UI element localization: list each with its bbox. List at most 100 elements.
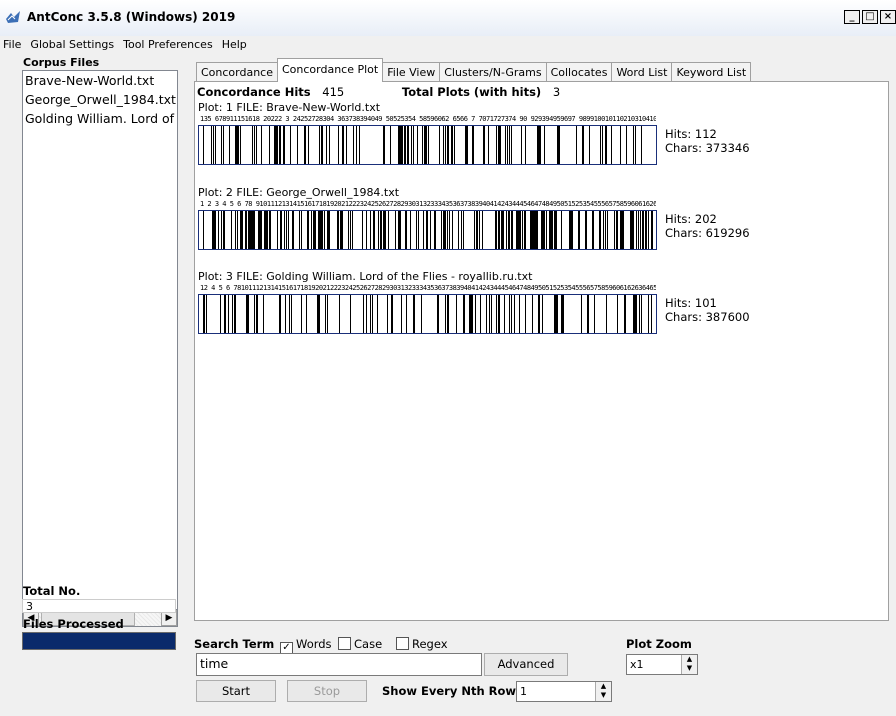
plot-hit-line [530, 211, 531, 249]
menu-file[interactable]: File [0, 36, 27, 54]
plot-hit-line [342, 126, 344, 164]
plot-hit-line [452, 211, 453, 249]
plot-file-label: Plot: 3 FILE: Golding William. Lord of t… [198, 270, 533, 283]
plot-hit-line [246, 211, 247, 249]
plot-hit-line [570, 211, 571, 249]
files-processed-label: Files Processed [23, 617, 124, 631]
maximize-button[interactable]: □ [862, 10, 878, 24]
corpus-file-item[interactable]: Golding William. Lord of the Flies - roy… [23, 109, 177, 128]
spinner-arrows-icon[interactable]: ▲ ▼ [681, 655, 697, 674]
close-button[interactable]: × [880, 10, 896, 24]
plot-hit-line [416, 211, 417, 249]
plot-hit-line [246, 295, 247, 333]
plot-hit-line [616, 211, 618, 249]
plot-hit-line [630, 211, 631, 249]
tab-collocates[interactable]: Collocates [545, 62, 613, 82]
plot-zoom-spinner[interactable]: x1 ▲ ▼ [626, 654, 698, 675]
plot-barcode[interactable] [198, 294, 658, 334]
tab-concordance-plot[interactable]: Concordance Plot [277, 58, 384, 82]
plot-hit-line [469, 295, 470, 333]
plot-hit-line [326, 126, 327, 164]
plot-hit-line [401, 126, 402, 164]
tab-file-view[interactable]: File View [382, 62, 441, 82]
case-option[interactable]: Case [334, 637, 382, 651]
plot-hit-line [263, 295, 264, 333]
plot-hit-line [606, 126, 607, 164]
plot-hit-line [551, 211, 553, 249]
plot-hit-line [301, 295, 302, 333]
tab-word-list[interactable]: Word List [611, 62, 673, 82]
antconc-app-icon [6, 11, 20, 23]
tab-concordance[interactable]: Concordance [196, 62, 278, 82]
plot-hit-line [292, 211, 293, 249]
plot-barcode[interactable] [198, 210, 658, 250]
case-label: Case [354, 637, 383, 651]
plot-hit-line [426, 211, 427, 249]
plot-hit-line [280, 211, 281, 249]
plot-hit-line [464, 295, 465, 333]
corpus-file-list[interactable]: Brave-New-World.txt George_Orwell_1984.t… [22, 70, 178, 610]
plot-hit-line [476, 211, 477, 249]
plot-hit-line [461, 211, 462, 249]
total-plots-label: Total Plots (with hits) [401, 85, 542, 99]
plot-hit-line [505, 126, 506, 164]
plot-hit-line [383, 126, 385, 164]
plot-hit-line [214, 211, 215, 249]
plot-hit-line [380, 211, 381, 249]
plot-hit-line [254, 295, 255, 333]
start-button[interactable]: Start [196, 680, 276, 702]
title-bar: AntConc 3.5.8 (Windows) 2019 _ □ × [0, 0, 896, 36]
stop-button[interactable]: Stop [287, 680, 367, 702]
plot-barcode[interactable] [198, 125, 658, 165]
plot-hit-line [325, 295, 326, 333]
plot-hit-line [308, 126, 309, 164]
menu-global-settings[interactable]: Global Settings [27, 36, 120, 54]
plot-hit-line [542, 295, 543, 333]
plot-hit-line [524, 211, 526, 249]
plot-hit-line [414, 295, 415, 333]
minimize-button[interactable]: _ [844, 10, 860, 24]
plot-hit-line [324, 211, 325, 249]
plot-hit-line [353, 126, 354, 164]
plot-hit-line [491, 295, 492, 333]
plot-hit-line [327, 211, 329, 249]
search-term-input[interactable]: time [196, 653, 482, 676]
plot-hit-line [290, 126, 291, 164]
plot-hit-line [258, 211, 260, 249]
plot-hit-line [569, 211, 570, 249]
corpus-file-item[interactable]: Brave-New-World.txt [23, 71, 177, 90]
plot-hit-line [322, 126, 323, 164]
case-checkbox[interactable] [338, 637, 351, 650]
menu-tool-preferences[interactable]: Tool Preferences [120, 36, 219, 54]
corpus-file-item[interactable]: George_Orwell_1984.txt [23, 90, 177, 109]
plot-hit-line [576, 126, 577, 164]
plot-hit-line [308, 211, 309, 249]
plot-hit-line [267, 211, 268, 249]
plot-hit-line [587, 295, 588, 333]
menu-help[interactable]: Help [219, 36, 253, 54]
plot-hit-line [472, 126, 473, 164]
plot-hit-line [636, 211, 637, 249]
nth-row-spinner[interactable]: 1 ▲ ▼ [516, 681, 612, 702]
advanced-button[interactable]: Advanced [484, 653, 568, 676]
regex-option[interactable]: Regex [392, 637, 448, 651]
tab-keyword-list[interactable]: Keyword List [671, 62, 752, 82]
plot-hit-line [544, 126, 545, 164]
show-nth-row-label: Show Every Nth Row [382, 684, 517, 698]
plot-hit-line [550, 211, 551, 249]
regex-checkbox[interactable] [396, 637, 409, 650]
plot-hit-line [306, 295, 307, 333]
plot-hit-line [549, 211, 550, 249]
plot-hit-line [488, 126, 489, 164]
plot-hit-line [556, 211, 557, 249]
plot-hit-line [480, 295, 481, 333]
plot-hit-line [224, 295, 225, 333]
plot-hit-line [602, 126, 603, 164]
plot-hit-line [327, 295, 328, 333]
plot-hit-line [237, 211, 238, 249]
tab-clusters-ngrams[interactable]: Clusters/N-Grams [439, 62, 547, 82]
spinner-arrows-icon[interactable]: ▲ ▼ [595, 682, 611, 701]
plot-hit-line [626, 126, 627, 164]
plot-hit-line [413, 295, 414, 333]
plot-hit-line [253, 211, 254, 249]
